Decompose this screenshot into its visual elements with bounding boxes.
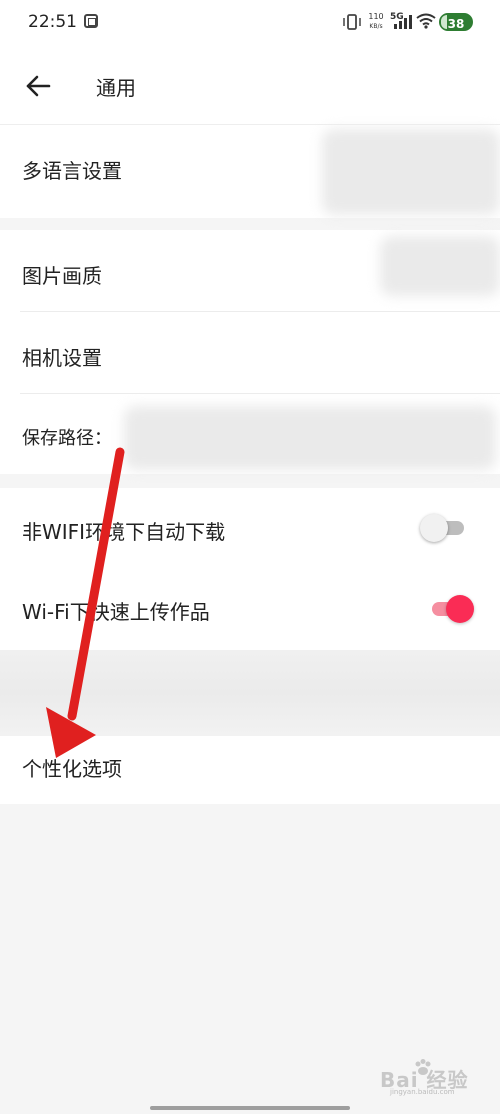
- battery-icon: 38: [439, 13, 473, 31]
- network-speed-unit: KB/s: [369, 23, 383, 30]
- wifi-upload-toggle[interactable]: [428, 595, 474, 623]
- auto-download-label: 非WIFI环境下自动下载: [22, 520, 226, 544]
- back-arrow-icon: [26, 75, 51, 97]
- image-quality-label: 图片画质: [22, 264, 102, 288]
- network-speed-value: 110: [368, 12, 384, 21]
- home-indicator[interactable]: [150, 1106, 350, 1110]
- auto-download-toggle[interactable]: [420, 514, 464, 542]
- camera-settings-row[interactable]: 相机设置: [0, 312, 500, 393]
- toggle-thumb: [420, 514, 448, 542]
- settings-section-network: 非WIFI环境下自动下载 Wi-Fi下快速上传作品: [0, 488, 500, 650]
- redacted-area: [0, 650, 500, 736]
- vibrate-icon: [343, 14, 361, 30]
- signal-icon: [394, 15, 412, 29]
- personalization-row[interactable]: 个性化选项: [0, 736, 500, 804]
- auto-download-row: 非WIFI环境下自动下载: [0, 488, 500, 568]
- network-speed: 110 KB/s: [366, 12, 386, 32]
- camera-settings-label: 相机设置: [22, 346, 102, 370]
- wifi-upload-label: Wi-Fi下快速上传作品: [22, 600, 210, 624]
- status-bar: 22:51 110 KB/s 5G 38: [0, 0, 500, 46]
- settings-section-language: 多语言设置: [0, 124, 500, 218]
- battery-level: 38: [447, 17, 465, 31]
- wifi-icon: [416, 13, 436, 29]
- multi-language-row[interactable]: 多语言设置: [0, 125, 500, 219]
- back-button[interactable]: [18, 66, 58, 106]
- status-time: 22:51: [28, 12, 77, 32]
- page-title: 通用: [96, 76, 136, 100]
- app-icon: [84, 14, 98, 28]
- settings-section-personalization: 个性化选项: [0, 736, 500, 804]
- image-quality-row[interactable]: 图片画质: [0, 230, 500, 311]
- save-path-value-redacted: [124, 406, 496, 470]
- watermark-sub: jingyan.baidu.com: [390, 1088, 455, 1096]
- toggle-thumb: [446, 595, 474, 623]
- multi-language-label: 多语言设置: [22, 159, 122, 183]
- save-path-label: 保存路径：: [22, 428, 112, 449]
- header: 通用: [0, 46, 500, 124]
- wifi-upload-row: Wi-Fi下快速上传作品: [0, 568, 500, 650]
- watermark: Bai 经验 jingyan.baidu.com: [360, 1058, 490, 1098]
- settings-section-media: 图片画质 相机设置 保存路径：: [0, 230, 500, 474]
- personalization-label: 个性化选项: [22, 757, 122, 781]
- save-path-row[interactable]: 保存路径：: [0, 394, 500, 474]
